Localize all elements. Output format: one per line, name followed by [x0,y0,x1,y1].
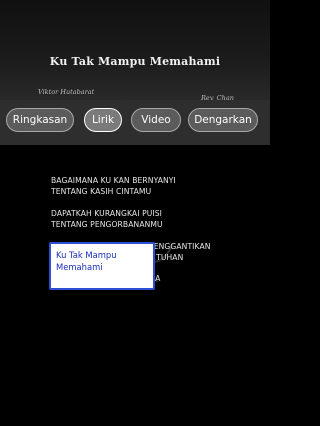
lyric-line: DAPATKAH KURANGKAI PUISI [51,209,163,218]
popup-title: Ku Tak Mampu Memahami [56,250,117,272]
tab-ringkasan[interactable]: Ringkasan [6,108,74,132]
tab-lirik[interactable]: Lirik [84,108,122,132]
tab-video[interactable]: Video [131,108,181,132]
banner-author: Viktor Hutabarat [38,88,95,96]
banner-song-title: Ku Tak Mampu Memahami [49,55,221,68]
lyric-line: TENTANG PENGORBANANMU [51,219,163,229]
tab-dengarkan[interactable]: Dengarkan [188,108,258,132]
lyric-line [51,197,261,209]
lyric-line: TENTANG KASIH CINTAMU [51,186,152,196]
lyric-line [51,230,261,242]
tab-bar: Ringkasan Lirik Video Dengarkan [0,100,270,145]
lyric-line: BAGAIMANA KU KAN BERNYANYI [51,176,176,185]
title-popup[interactable]: Ku Tak Mampu Memahami [49,242,155,290]
